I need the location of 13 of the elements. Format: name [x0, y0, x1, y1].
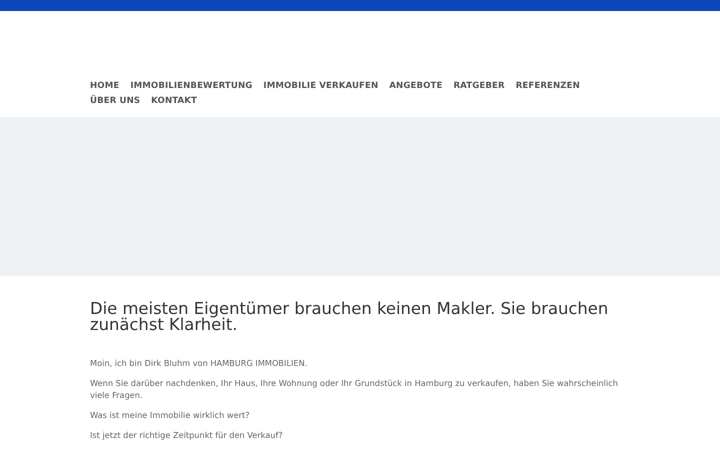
- nav-link[interactable]: IMMOBILIENBEWERTUNG: [130, 81, 252, 92]
- nav-link[interactable]: KONTAKT: [151, 96, 198, 107]
- nav-link[interactable]: RATGEBER: [453, 81, 505, 92]
- nav-link[interactable]: ANGEBOTE: [389, 81, 442, 92]
- body-paragraph: Wenn Sie darüber nachdenken, Ihr Haus, Ihre Wohnung oder Ihr Grundstück in Hamburg zu verkaufen, haben Sie wahrscheinlich viele Fragen.: [90, 377, 619, 401]
- nav-link[interactable]: REFERENZEN: [516, 81, 580, 92]
- section-heading: Die meisten Eigentümer brauchen keinen Makler. Sie brauchen zunächst Klarheit.: [90, 301, 610, 333]
- nav-link[interactable]: IMMOBILIE VERKAUFEN: [263, 81, 378, 92]
- nav-link[interactable]: HOME: [90, 81, 120, 92]
- body-paragraph: Was ist meine Immobilie wirklich wert?: [90, 409, 251, 421]
- body-paragraph: Ist jetzt der richtige Zeitpunkt für den Verkauf?: [90, 429, 284, 441]
- nav-link[interactable]: ÜBER UNS: [90, 96, 140, 107]
- body-paragraph: Moin, ich bin Dirk Bluhm von HAMBURG IMMOBILIEN.: [90, 357, 308, 369]
